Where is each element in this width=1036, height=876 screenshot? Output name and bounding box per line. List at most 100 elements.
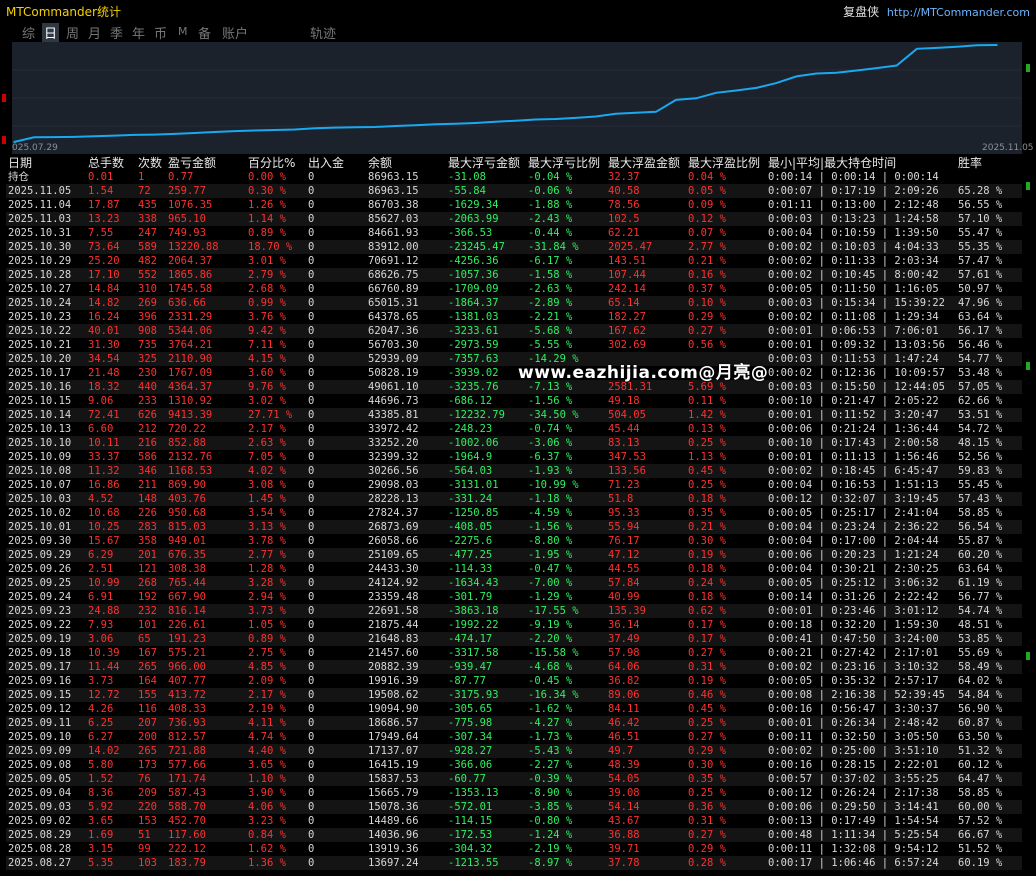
- table-cell: 0.29 %: [688, 311, 726, 323]
- table-cell: 2025.09.09: [6, 744, 86, 758]
- table-row[interactable]: 2025.10.07 16.86 211 869.90 3.08 % 0 29098.03 -…: [6, 478, 1022, 492]
- table-row[interactable]: 2025.09.26 2.51 121 308.38 1.28 % 0 24433.30 -1…: [6, 562, 1022, 576]
- table-row[interactable]: 2025.09.10 6.27 200 812.57 4.74 % 0 17949.64 -3…: [6, 730, 1022, 744]
- tab-6[interactable]: 币: [152, 23, 169, 42]
- table-row[interactable]: 2025.09.09 14.02 265 721.88 4.40 % 0 17137.07-…: [6, 744, 1022, 758]
- table-row[interactable]: 2025.09.23 24.88 232 816.14 3.73 % 0 22691.58-…: [6, 604, 1022, 618]
- table-cell: 37.78: [606, 856, 686, 870]
- table-row[interactable]: 2025.10.08 11.32 346 1168.53 4.02 % 0 30266.56…: [6, 464, 1022, 478]
- table-row[interactable]: 2025.09.17 11.44 265 966.00 4.85 % 0 20882.39-…: [6, 660, 1022, 674]
- table-row[interactable]: 2025.10.13 6.60 212 720.22 2.17 % 0 33972.42 -2…: [6, 422, 1022, 436]
- table-row[interactable]: 2025.08.28 3.15 99 222.12 1.62 % 0 13919.36 -30…: [6, 842, 1022, 856]
- table-row[interactable]: 2025.09.02 3.65 153 452.70 3.23 % 0 14489.66 -1…: [6, 814, 1022, 828]
- tab-7[interactable]: M: [176, 25, 190, 38]
- table-row[interactable]: 2025.10.24 14.82 269 636.66 0.99 % 0 65015.31-…: [6, 296, 1022, 310]
- tab-1[interactable]: 日: [42, 23, 60, 42]
- tab-10[interactable]: 轨迹: [308, 23, 338, 42]
- tab-8[interactable]: 备: [196, 23, 213, 42]
- table-row[interactable]: 2025.10.31 7.55 247 749.93 0.89 % 0 84661.93 -3…: [6, 226, 1022, 240]
- column-header[interactable]: 百分比%: [246, 156, 306, 170]
- table-row[interactable]: 2025.09.30 15.67 358 949.01 3.78 % 0 26058.66 -…: [6, 534, 1022, 548]
- tab-9[interactable]: 账户: [220, 23, 250, 42]
- table-row[interactable]: 2025.09.04 8.36 209 587.43 3.90 % 0 15665.79 -1…: [6, 786, 1022, 800]
- table-row[interactable]: 2025.09.16 3.73 164 407.77 2.09 % 0 19916.39 -8…: [6, 674, 1022, 688]
- table-row[interactable]: 2025.10.14 72.41 626 9413.39 27.71 % 0 43385.8…: [6, 408, 1022, 422]
- table-cell: 3.90 %: [248, 787, 286, 799]
- table-cell: 61.19 %: [956, 576, 1022, 590]
- table-row[interactable]: 2025.09.05 1.52 76 171.74 1.10 % 0 15837.53 -60…: [6, 772, 1022, 786]
- table-row[interactable]: 2025.11.03 13.23 338 965.10 1.14 % 0 85627.03-…: [6, 212, 1022, 226]
- column-header[interactable]: 盈亏金额: [166, 156, 246, 170]
- table-cell: 1.69: [86, 828, 136, 842]
- table-cell: 83.13: [606, 436, 686, 450]
- table-row[interactable]: 2025.09.11 6.25 207 736.93 4.11 % 0 18686.57 -7…: [6, 716, 1022, 730]
- table-row[interactable]: 2025.10.16 18.32 440 4364.37 9.76 % 0 49061.10…: [6, 380, 1022, 394]
- column-header[interactable]: 次数: [136, 156, 166, 170]
- tab-0[interactable]: 综: [20, 23, 37, 42]
- table-row[interactable]: 2025.10.09 33.37 586 2132.76 7.05 % 0 32399.32…: [6, 450, 1022, 464]
- table-row[interactable]: 2025.10.10 10.11 216 852.88 2.63 % 0 33252.20-…: [6, 436, 1022, 450]
- tab-5[interactable]: 年: [130, 23, 147, 42]
- table-row[interactable]: 2025.09.15 12.72 155 413.72 2.17 % 0 19508.62-…: [6, 688, 1022, 702]
- table-cell: 51: [136, 828, 166, 842]
- column-header[interactable]: 最大浮盈金额: [606, 156, 686, 170]
- table-cell: 49.7: [606, 744, 686, 758]
- table-cell: 6.25: [86, 716, 136, 730]
- table-cell: 60.87 %: [956, 716, 1022, 730]
- table-cell: 2.09 %: [248, 675, 286, 687]
- brand-link[interactable]: http://MTCommander.com: [887, 6, 1030, 19]
- table-row[interactable]: 2025.10.20 34.54 325 2110.90 4.15 % 0 52939.09…: [6, 352, 1022, 366]
- table-cell: 66760.89: [368, 283, 419, 295]
- table-cell: 21457.60: [368, 647, 419, 659]
- table-row[interactable]: 2025.11.05 1.54 72 259.77 0.30 % 0 86963.15 -55…: [6, 184, 1022, 198]
- tab-2[interactable]: 周: [64, 23, 81, 42]
- table-cell: -6.37 %: [528, 451, 573, 463]
- table-row[interactable]: 2025.10.03 4.52 148 403.76 1.45 % 0 28228.13 -3…: [6, 492, 1022, 506]
- column-header[interactable]: 最大浮亏比例: [526, 156, 606, 170]
- column-header[interactable]: 胜率: [956, 156, 1022, 170]
- table-row[interactable]: 2025.09.24 6.91 192 667.90 2.94 % 0 23359.48 -3…: [6, 590, 1022, 604]
- table-row[interactable]: 2025.10.22 40.01 908 5344.06 9.42 % 0 62047.36…: [6, 324, 1022, 338]
- table-row[interactable]: 2025.11.04 17.87 435 1076.35 1.26 % 0 86703.38…: [6, 198, 1022, 212]
- table-row[interactable]: 2025.10.01 10.25 283 815.03 3.13 % 0 26873.69-…: [6, 520, 1022, 534]
- table-row[interactable]: 2025.09.25 10.99 268 765.44 3.28 % 0 24124.92-…: [6, 576, 1022, 590]
- table-row[interactable]: 2025.09.03 5.92 220 588.70 4.06 % 0 15078.36 -5…: [6, 800, 1022, 814]
- table-row[interactable]: 2025.09.19 3.06 65 191.23 0.89 % 0 21648.83 -47…: [6, 632, 1022, 646]
- tab-3[interactable]: 月: [86, 23, 103, 42]
- table-row[interactable]: 2025.08.29 1.69 51 117.60 0.84 % 0 14036.96 -17…: [6, 828, 1022, 842]
- table-row[interactable]: 2025.10.27 14.84 310 1745.58 2.68 % 0 66760.89…: [6, 282, 1022, 296]
- column-header[interactable]: 最小|平均|最大持仓时间: [766, 156, 956, 170]
- table-row[interactable]: 2025.10.28 17.10 552 1865.86 2.79 % 0 68626.75…: [6, 268, 1022, 282]
- table-cell: 0: [306, 856, 366, 870]
- table-row[interactable]: 2025.09.08 5.80 173 577.66 3.65 % 0 16415.19 -3…: [6, 758, 1022, 772]
- table-cell: 0:00:02 | 0:25:00 | 3:51:10: [766, 744, 956, 758]
- position-row[interactable]: 持仓 0.01 1 0.77 0.00 % 0 86963.15 -31.08 -0.04 % 3…: [6, 170, 1022, 184]
- table-row[interactable]: 2025.10.21 31.30 735 3764.21 7.11 % 0 56703.30…: [6, 338, 1022, 352]
- table-row[interactable]: 2025.08.27 5.35 103 183.79 1.36 % 0 13697.24 -1…: [6, 856, 1022, 870]
- table-row[interactable]: 2025.10.30 73.64 589 13220.88 18.70 % 0 83912.…: [6, 240, 1022, 254]
- table-cell: -0.45 %: [528, 675, 573, 687]
- column-header[interactable]: 最大浮亏金额: [446, 156, 526, 170]
- equity-point: [655, 110, 657, 113]
- table-row[interactable]: 2025.09.18 10.39 167 575.21 2.75 % 0 21457.60 -…: [6, 646, 1022, 660]
- table-row[interactable]: 2025.09.29 6.29 201 676.35 2.77 % 0 25109.65 -4…: [6, 548, 1022, 562]
- table-cell: -8.80 %: [528, 535, 573, 547]
- table-row[interactable]: 2025.10.15 9.06 233 1310.92 3.02 % 0 44696.73 -…: [6, 394, 1022, 408]
- table-cell: 43.67: [608, 815, 640, 827]
- table-row[interactable]: 2025.10.17 21.48 230 1767.09 3.60 % 0 50828.19…: [6, 366, 1022, 380]
- title-bar: MTCommander统计 复盘侠 http://MTCommander.com: [0, 0, 1036, 20]
- table-row[interactable]: 2025.09.12 4.26 116 408.33 2.19 % 0 19094.90 -3…: [6, 702, 1022, 716]
- column-header[interactable]: 总手数: [86, 156, 136, 170]
- table-cell: 52939.09: [366, 352, 446, 366]
- column-header[interactable]: 日期: [6, 156, 86, 170]
- column-header[interactable]: 最大浮盈比例: [686, 156, 766, 170]
- table-row[interactable]: 2025.10.23 16.24 396 2331.29 3.76 % 0 64378.65…: [6, 310, 1022, 324]
- column-header[interactable]: 出入金: [306, 156, 366, 170]
- tab-4[interactable]: 季: [108, 23, 125, 42]
- table-cell: 0.09 %: [688, 199, 726, 211]
- table-row[interactable]: 2025.10.29 25.20 482 2064.37 3.01 % 0 70691.12…: [6, 254, 1022, 268]
- table-cell: 0:00:12 | 0:32:07 | 3:19:45: [766, 492, 956, 506]
- column-header[interactable]: 余额: [366, 156, 446, 170]
- table-row[interactable]: 2025.09.22 7.93 101 226.61 1.05 % 0 21875.44 -1…: [6, 618, 1022, 632]
- table-row[interactable]: 2025.10.02 10.68 226 950.68 3.54 % 0 27824.37 -…: [6, 506, 1022, 520]
